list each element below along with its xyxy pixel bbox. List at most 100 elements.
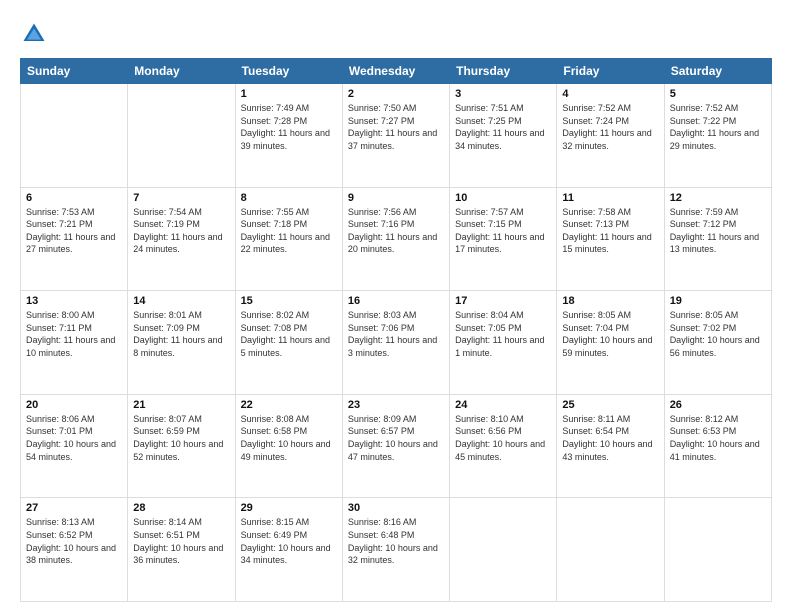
sunset-text: Sunset: 7:22 PM: [670, 116, 737, 126]
sunrise-text: Sunrise: 7:56 AM: [348, 207, 417, 217]
day-number: 8: [241, 192, 337, 204]
day-number: 23: [348, 399, 444, 411]
day-info: Sunrise: 7:50 AM Sunset: 7:27 PM Dayligh…: [348, 102, 444, 152]
sunrise-text: Sunrise: 8:05 AM: [670, 310, 739, 320]
daylight-text: Daylight: 11 hours and 20 minutes.: [348, 232, 437, 255]
logo: [20, 18, 52, 48]
header: [20, 18, 772, 48]
sunrise-text: Sunrise: 7:50 AM: [348, 103, 417, 113]
day-info: Sunrise: 7:58 AM Sunset: 7:13 PM Dayligh…: [562, 206, 658, 256]
weekday-header: Monday: [128, 59, 235, 84]
sunset-text: Sunset: 7:18 PM: [241, 219, 308, 229]
day-info: Sunrise: 8:14 AM Sunset: 6:51 PM Dayligh…: [133, 516, 229, 566]
day-number: 5: [670, 88, 766, 100]
calendar-cell: 7 Sunrise: 7:54 AM Sunset: 7:19 PM Dayli…: [128, 187, 235, 291]
day-number: 1: [241, 88, 337, 100]
day-info: Sunrise: 7:55 AM Sunset: 7:18 PM Dayligh…: [241, 206, 337, 256]
day-number: 26: [670, 399, 766, 411]
calendar-cell: 30 Sunrise: 8:16 AM Sunset: 6:48 PM Dayl…: [342, 498, 449, 602]
sunrise-text: Sunrise: 8:02 AM: [241, 310, 310, 320]
daylight-text: Daylight: 10 hours and 38 minutes.: [26, 543, 116, 566]
sunrise-text: Sunrise: 7:52 AM: [670, 103, 739, 113]
calendar-cell: [21, 84, 128, 188]
sunset-text: Sunset: 7:15 PM: [455, 219, 522, 229]
calendar-cell: 20 Sunrise: 8:06 AM Sunset: 7:01 PM Dayl…: [21, 394, 128, 498]
calendar-cell: 9 Sunrise: 7:56 AM Sunset: 7:16 PM Dayli…: [342, 187, 449, 291]
calendar-cell: 17 Sunrise: 8:04 AM Sunset: 7:05 PM Dayl…: [450, 291, 557, 395]
daylight-text: Daylight: 11 hours and 39 minutes.: [241, 128, 330, 151]
sunset-text: Sunset: 7:13 PM: [562, 219, 629, 229]
day-info: Sunrise: 7:52 AM Sunset: 7:22 PM Dayligh…: [670, 102, 766, 152]
sunset-text: Sunset: 7:25 PM: [455, 116, 522, 126]
daylight-text: Daylight: 10 hours and 41 minutes.: [670, 439, 760, 462]
calendar-week-row: 6 Sunrise: 7:53 AM Sunset: 7:21 PM Dayli…: [21, 187, 772, 291]
sunrise-text: Sunrise: 8:09 AM: [348, 414, 417, 424]
sunrise-text: Sunrise: 7:52 AM: [562, 103, 631, 113]
daylight-text: Daylight: 11 hours and 29 minutes.: [670, 128, 759, 151]
day-info: Sunrise: 8:07 AM Sunset: 6:59 PM Dayligh…: [133, 413, 229, 463]
calendar-cell: 18 Sunrise: 8:05 AM Sunset: 7:04 PM Dayl…: [557, 291, 664, 395]
weekday-header: Tuesday: [235, 59, 342, 84]
sunrise-text: Sunrise: 8:15 AM: [241, 517, 310, 527]
day-info: Sunrise: 8:09 AM Sunset: 6:57 PM Dayligh…: [348, 413, 444, 463]
sunrise-text: Sunrise: 7:49 AM: [241, 103, 310, 113]
sunset-text: Sunset: 7:12 PM: [670, 219, 737, 229]
calendar-cell: 25 Sunrise: 8:11 AM Sunset: 6:54 PM Dayl…: [557, 394, 664, 498]
day-number: 7: [133, 192, 229, 204]
sunrise-text: Sunrise: 8:07 AM: [133, 414, 202, 424]
calendar-week-row: 13 Sunrise: 8:00 AM Sunset: 7:11 PM Dayl…: [21, 291, 772, 395]
calendar-cell: 29 Sunrise: 8:15 AM Sunset: 6:49 PM Dayl…: [235, 498, 342, 602]
calendar-cell: 24 Sunrise: 8:10 AM Sunset: 6:56 PM Dayl…: [450, 394, 557, 498]
sunrise-text: Sunrise: 8:01 AM: [133, 310, 202, 320]
day-number: 12: [670, 192, 766, 204]
daylight-text: Daylight: 11 hours and 8 minutes.: [133, 335, 222, 358]
daylight-text: Daylight: 11 hours and 1 minute.: [455, 335, 544, 358]
daylight-text: Daylight: 11 hours and 3 minutes.: [348, 335, 437, 358]
calendar-cell: 23 Sunrise: 8:09 AM Sunset: 6:57 PM Dayl…: [342, 394, 449, 498]
day-number: 14: [133, 295, 229, 307]
daylight-text: Daylight: 10 hours and 34 minutes.: [241, 543, 331, 566]
calendar-cell: 4 Sunrise: 7:52 AM Sunset: 7:24 PM Dayli…: [557, 84, 664, 188]
calendar-cell: 16 Sunrise: 8:03 AM Sunset: 7:06 PM Dayl…: [342, 291, 449, 395]
sunset-text: Sunset: 7:24 PM: [562, 116, 629, 126]
day-info: Sunrise: 7:51 AM Sunset: 7:25 PM Dayligh…: [455, 102, 551, 152]
calendar-week-row: 1 Sunrise: 7:49 AM Sunset: 7:28 PM Dayli…: [21, 84, 772, 188]
sunrise-text: Sunrise: 8:12 AM: [670, 414, 739, 424]
day-info: Sunrise: 7:52 AM Sunset: 7:24 PM Dayligh…: [562, 102, 658, 152]
page: SundayMondayTuesdayWednesdayThursdayFrid…: [0, 0, 792, 612]
day-info: Sunrise: 8:01 AM Sunset: 7:09 PM Dayligh…: [133, 309, 229, 359]
daylight-text: Daylight: 10 hours and 49 minutes.: [241, 439, 331, 462]
day-number: 11: [562, 192, 658, 204]
calendar-cell: 15 Sunrise: 8:02 AM Sunset: 7:08 PM Dayl…: [235, 291, 342, 395]
day-info: Sunrise: 8:08 AM Sunset: 6:58 PM Dayligh…: [241, 413, 337, 463]
daylight-text: Daylight: 10 hours and 54 minutes.: [26, 439, 116, 462]
sunset-text: Sunset: 6:54 PM: [562, 426, 629, 436]
sunset-text: Sunset: 7:27 PM: [348, 116, 415, 126]
day-number: 18: [562, 295, 658, 307]
daylight-text: Daylight: 11 hours and 17 minutes.: [455, 232, 544, 255]
sunrise-text: Sunrise: 8:08 AM: [241, 414, 310, 424]
day-number: 16: [348, 295, 444, 307]
sunset-text: Sunset: 6:57 PM: [348, 426, 415, 436]
day-info: Sunrise: 8:03 AM Sunset: 7:06 PM Dayligh…: [348, 309, 444, 359]
weekday-header: Saturday: [664, 59, 771, 84]
sunrise-text: Sunrise: 7:53 AM: [26, 207, 95, 217]
day-number: 9: [348, 192, 444, 204]
sunset-text: Sunset: 7:05 PM: [455, 323, 522, 333]
daylight-text: Daylight: 10 hours and 45 minutes.: [455, 439, 545, 462]
daylight-text: Daylight: 10 hours and 43 minutes.: [562, 439, 652, 462]
day-number: 29: [241, 502, 337, 514]
daylight-text: Daylight: 10 hours and 32 minutes.: [348, 543, 438, 566]
day-info: Sunrise: 7:56 AM Sunset: 7:16 PM Dayligh…: [348, 206, 444, 256]
sunset-text: Sunset: 7:06 PM: [348, 323, 415, 333]
day-number: 10: [455, 192, 551, 204]
sunset-text: Sunset: 7:11 PM: [26, 323, 92, 333]
daylight-text: Daylight: 11 hours and 24 minutes.: [133, 232, 222, 255]
sunrise-text: Sunrise: 8:13 AM: [26, 517, 95, 527]
daylight-text: Daylight: 10 hours and 52 minutes.: [133, 439, 223, 462]
day-number: 4: [562, 88, 658, 100]
calendar-week-row: 20 Sunrise: 8:06 AM Sunset: 7:01 PM Dayl…: [21, 394, 772, 498]
calendar-cell: [128, 84, 235, 188]
sunrise-text: Sunrise: 8:04 AM: [455, 310, 524, 320]
daylight-text: Daylight: 11 hours and 22 minutes.: [241, 232, 330, 255]
